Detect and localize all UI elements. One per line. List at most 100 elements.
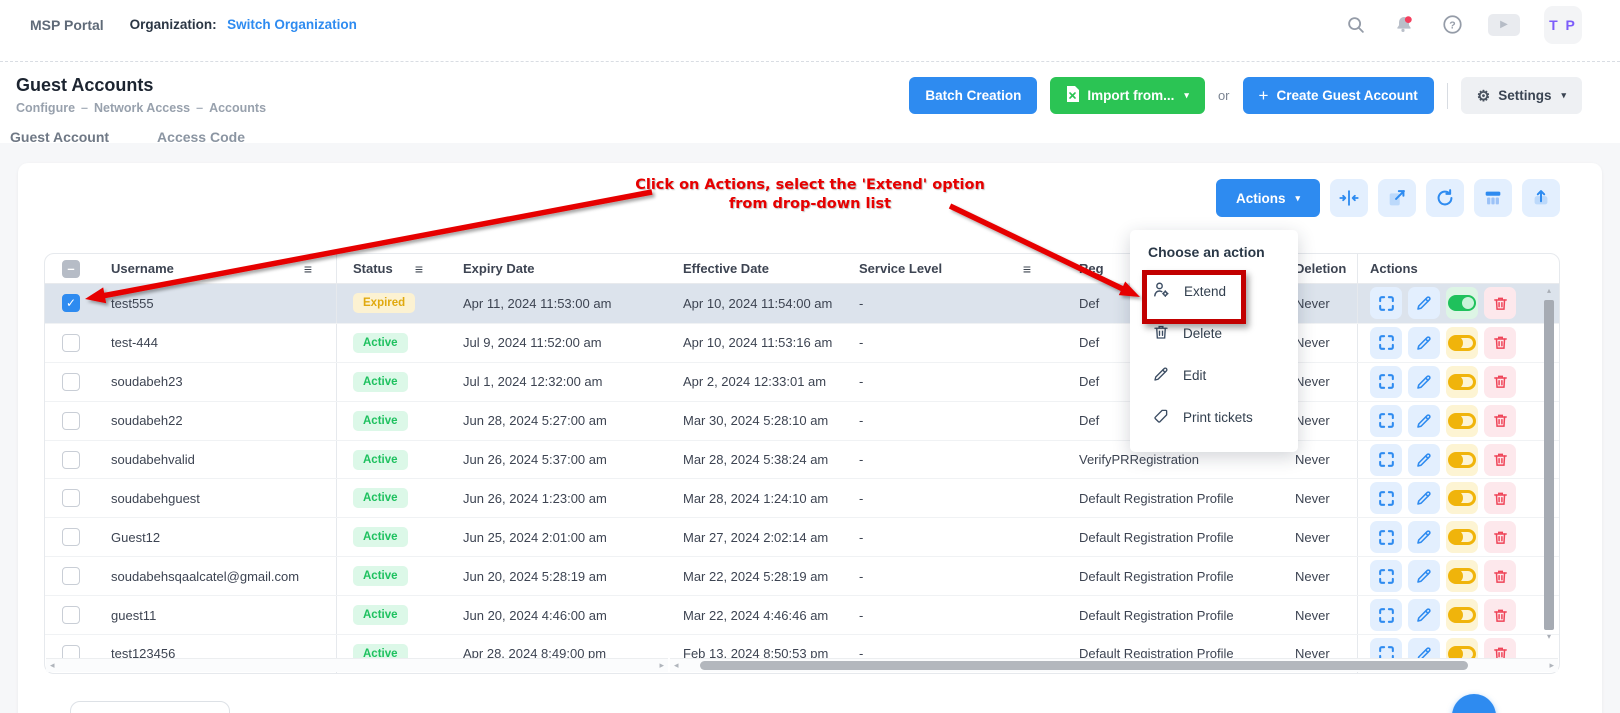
- cell-username: test-444: [97, 324, 337, 362]
- actions-dropdown-button[interactable]: Actions▾: [1216, 179, 1320, 217]
- cell-service-level: -: [851, 441, 1061, 479]
- export-upload-icon[interactable]: [1522, 179, 1560, 217]
- cell-registration-profile: Default Registration Profile: [1061, 518, 1281, 556]
- guest-accounts-card: Actions▾ – Username≡ Status≡: [18, 163, 1602, 713]
- enable-toggle[interactable]: [1446, 560, 1478, 592]
- notifications-bell-icon[interactable]: [1392, 13, 1416, 37]
- enable-toggle[interactable]: [1446, 287, 1478, 319]
- edit-row-button[interactable]: [1408, 327, 1440, 359]
- organization-label: Organization:: [130, 17, 217, 32]
- status-badge: Active: [353, 605, 408, 625]
- row-checkbox[interactable]: [62, 373, 80, 391]
- scrollbar-thumb[interactable]: [1544, 300, 1554, 630]
- create-guest-account-button[interactable]: + Create Guest Account: [1243, 77, 1434, 114]
- actions-dropdown-menu: Choose an action Extend Delete Edit Prin…: [1130, 230, 1298, 452]
- scroll-right-icon[interactable]: ▸: [1549, 660, 1554, 671]
- cell-service-level: -: [851, 518, 1061, 556]
- expand-row-button[interactable]: [1370, 287, 1402, 319]
- cell-effective-date: Mar 30, 2024 5:28:10 am: [671, 402, 851, 440]
- row-checkbox[interactable]: ✓: [62, 294, 80, 312]
- row-checkbox[interactable]: [62, 412, 80, 430]
- search-icon[interactable]: [1344, 13, 1368, 37]
- column-menu-icon[interactable]: ≡: [1023, 261, 1031, 277]
- delete-row-button[interactable]: [1484, 521, 1516, 553]
- scrollbar-thumb[interactable]: [700, 661, 1468, 670]
- edit-row-button[interactable]: [1408, 287, 1440, 319]
- edit-row-button[interactable]: [1408, 521, 1440, 553]
- cell-expiry-date: Jun 26, 2024 1:23:00 am: [451, 479, 671, 517]
- expand-row-button[interactable]: [1370, 366, 1402, 398]
- svg-text:?: ?: [1449, 19, 1455, 31]
- enable-toggle[interactable]: [1446, 521, 1478, 553]
- edit-row-button[interactable]: [1408, 366, 1440, 398]
- horizontal-scrollbar-left[interactable]: ◂ ▸: [46, 658, 668, 672]
- menu-item-extend[interactable]: Extend: [1130, 270, 1298, 312]
- page-size-select[interactable]: [70, 701, 230, 713]
- walkthrough-play-icon[interactable]: ▶: [1488, 14, 1520, 36]
- user-avatar[interactable]: T P: [1544, 6, 1582, 44]
- cell-username: guest11: [97, 596, 337, 634]
- select-all-checkbox[interactable]: –: [62, 260, 80, 278]
- delete-row-button[interactable]: [1484, 560, 1516, 592]
- page-header: Guest Accounts Configure–Network Access–…: [0, 62, 1620, 115]
- refresh-icon[interactable]: [1426, 179, 1464, 217]
- row-checkbox[interactable]: [62, 606, 80, 624]
- settings-button[interactable]: ⚙ Settings▾: [1461, 77, 1582, 114]
- column-menu-icon[interactable]: ≡: [415, 261, 423, 277]
- cell-username: test555: [97, 284, 337, 323]
- enable-toggle[interactable]: [1446, 482, 1478, 514]
- edit-row-button[interactable]: [1408, 405, 1440, 437]
- import-from-button[interactable]: Import from...▾: [1050, 77, 1205, 114]
- row-checkbox[interactable]: [62, 334, 80, 352]
- edit-row-button[interactable]: [1408, 444, 1440, 476]
- scroll-right-icon[interactable]: ▸: [659, 660, 664, 671]
- expand-row-button[interactable]: [1370, 444, 1402, 476]
- menu-item-edit[interactable]: Edit: [1130, 354, 1298, 396]
- delete-row-button[interactable]: [1484, 482, 1516, 514]
- enable-toggle[interactable]: [1446, 327, 1478, 359]
- horizontal-scrollbar-right[interactable]: ◂ ▸: [670, 658, 1558, 672]
- table-row: test-444ActiveJul 9, 2024 11:52:00 amApr…: [45, 323, 1559, 362]
- expand-row-button[interactable]: [1370, 599, 1402, 631]
- menu-item-delete[interactable]: Delete: [1130, 312, 1298, 354]
- enable-toggle[interactable]: [1446, 599, 1478, 631]
- expand-row-button[interactable]: [1370, 521, 1402, 553]
- row-checkbox[interactable]: [62, 567, 80, 585]
- menu-item-print-tickets[interactable]: Print tickets: [1130, 396, 1298, 438]
- scroll-down-icon[interactable]: ▾: [1547, 632, 1551, 642]
- enable-toggle[interactable]: [1446, 366, 1478, 398]
- row-checkbox[interactable]: [62, 489, 80, 507]
- delete-row-button[interactable]: [1484, 599, 1516, 631]
- collapse-columns-icon[interactable]: [1330, 179, 1368, 217]
- vertical-scrollbar[interactable]: ▴ ▾: [1543, 286, 1555, 657]
- edit-row-button[interactable]: [1408, 482, 1440, 514]
- cell-registration-profile: Default Registration Profile: [1061, 479, 1281, 517]
- delete-row-button[interactable]: [1484, 327, 1516, 359]
- batch-creation-button[interactable]: Batch Creation: [909, 77, 1037, 114]
- delete-row-button[interactable]: [1484, 287, 1516, 319]
- scroll-up-icon[interactable]: ▴: [1547, 286, 1551, 296]
- delete-row-button[interactable]: [1484, 444, 1516, 476]
- row-checkbox[interactable]: [62, 528, 80, 546]
- edit-row-button[interactable]: [1408, 560, 1440, 592]
- scroll-left-icon[interactable]: ◂: [50, 660, 55, 671]
- enable-toggle[interactable]: [1446, 405, 1478, 437]
- expand-row-button[interactable]: [1370, 482, 1402, 514]
- delete-row-button[interactable]: [1484, 405, 1516, 437]
- cell-actions: [1357, 284, 1533, 323]
- open-fullscreen-icon[interactable]: [1378, 179, 1416, 217]
- switch-organization-link[interactable]: Switch Organization: [227, 17, 357, 32]
- column-menu-icon[interactable]: ≡: [304, 261, 312, 277]
- expand-row-button[interactable]: [1370, 560, 1402, 592]
- expand-row-button[interactable]: [1370, 327, 1402, 359]
- plus-icon: +: [1259, 86, 1269, 106]
- cell-actions: [1357, 596, 1533, 634]
- scroll-left-icon[interactable]: ◂: [674, 660, 679, 671]
- delete-row-button[interactable]: [1484, 366, 1516, 398]
- expand-row-button[interactable]: [1370, 405, 1402, 437]
- row-checkbox[interactable]: [62, 451, 80, 469]
- columns-icon[interactable]: [1474, 179, 1512, 217]
- enable-toggle[interactable]: [1446, 444, 1478, 476]
- help-icon[interactable]: ?: [1440, 13, 1464, 37]
- edit-row-button[interactable]: [1408, 599, 1440, 631]
